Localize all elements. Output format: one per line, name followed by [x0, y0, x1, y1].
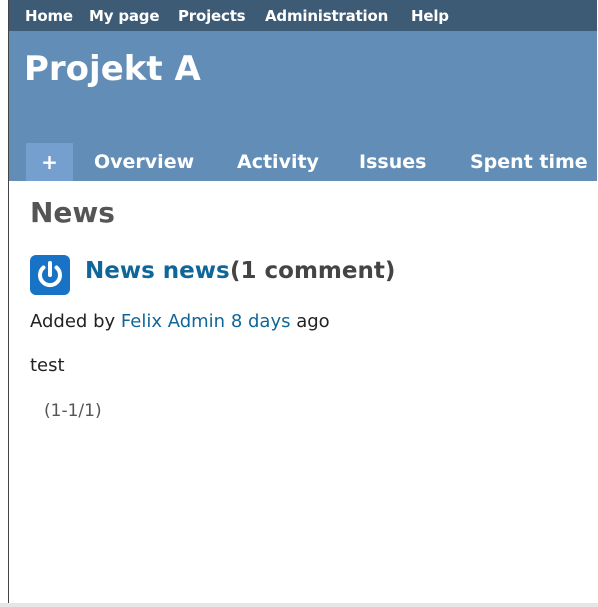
bottom-strip [0, 603, 598, 607]
news-title-link[interactable]: News news [85, 258, 230, 284]
tab-spent-time[interactable]: Spent time [470, 151, 588, 173]
project-header: Projekt A + Overview Activity Issues Spe… [9, 31, 597, 181]
page-frame: Home My page Projects Administration Hel… [8, 0, 597, 604]
top-menu-home-link[interactable]: Home [25, 7, 73, 25]
top-menu-help-link[interactable]: Help [411, 7, 449, 25]
age-link[interactable]: 8 days [231, 311, 291, 332]
news-author-line: Added by Felix Admin 8 days ago [30, 311, 330, 332]
top-menu-projects-link[interactable]: Projects [178, 7, 246, 25]
project-title: Projekt A [24, 49, 201, 89]
tab-activity[interactable]: Activity [237, 151, 319, 173]
added-by-label: Added by [30, 311, 116, 332]
top-menu-administration-link[interactable]: Administration [265, 7, 388, 25]
new-object-button[interactable]: + [26, 143, 73, 181]
tab-issues[interactable]: Issues [359, 151, 426, 173]
power-icon [30, 255, 70, 295]
top-menu: Home My page Projects Administration Hel… [9, 0, 597, 31]
tab-overview[interactable]: Overview [94, 151, 194, 173]
author-link[interactable]: Felix Admin [121, 311, 225, 332]
page-heading: News [30, 196, 115, 229]
pagination-count: (1-1/1) [44, 401, 102, 421]
top-menu-my-page-link[interactable]: My page [89, 7, 159, 25]
age-suffix: ago [296, 311, 330, 332]
news-comment-count: (1 comment) [230, 258, 396, 284]
news-description: test [30, 355, 65, 376]
main-menu: + Overview Activity Issues Spent time [9, 143, 597, 181]
